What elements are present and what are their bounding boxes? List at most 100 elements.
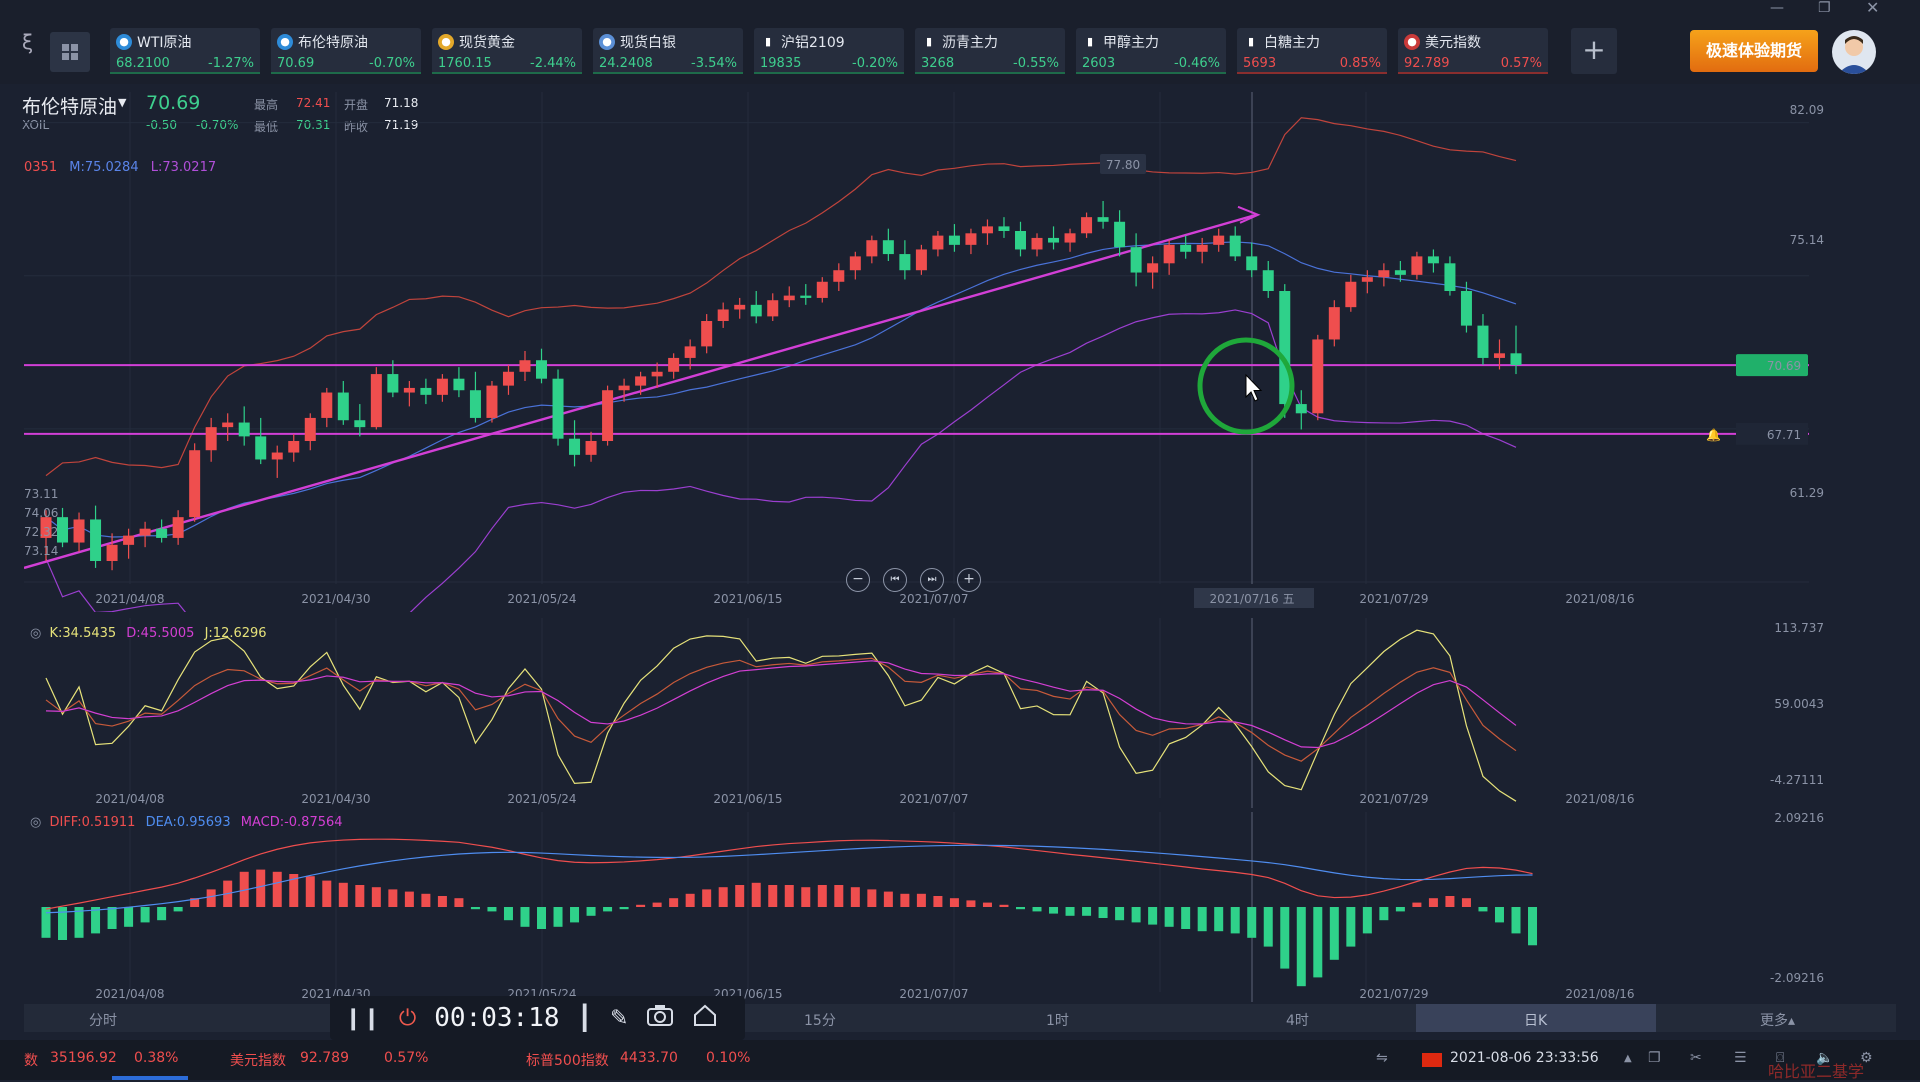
candle-body — [750, 304, 762, 317]
macd-histogram-bar — [1428, 898, 1438, 907]
macd-histogram-bar — [1511, 907, 1521, 934]
bar-chart-icon: ▮ — [1247, 35, 1255, 48]
macd-legend: ◎ DIFF:0.51911 DEA:0.95693 MACD:-0.87564 — [30, 815, 343, 830]
macd-histogram-bar — [421, 893, 431, 907]
macd-histogram-bar — [570, 907, 580, 923]
ticker-4[interactable]: ● 现货白银 24.2408 -3.54% — [593, 28, 743, 74]
tab-1hour[interactable]: 1时 — [1046, 1010, 1069, 1030]
zoom-out-icon[interactable]: − — [846, 568, 870, 592]
tab-daily[interactable]: 日K — [1524, 1010, 1547, 1030]
ticker-name: 白糖主力 — [1264, 35, 1320, 51]
ticker-name: 现货黄金 — [459, 35, 515, 51]
candle-body — [1361, 277, 1373, 282]
tools-icon[interactable]: ✂ — [1690, 1050, 1702, 1066]
candle-body — [800, 295, 812, 298]
ticker-3[interactable]: ● 现货黄金 1760.15 -2.44% — [432, 28, 582, 74]
macd-histogram-bar — [636, 904, 646, 907]
grid-menu-icon[interactable] — [50, 32, 90, 72]
window-icon[interactable]: ❐ — [1648, 1050, 1661, 1066]
left-boll-value: 72.32 — [24, 525, 58, 539]
stop-record-icon[interactable]: ⏻ — [399, 1006, 416, 1031]
zoom-in-icon[interactable]: + — [957, 568, 981, 592]
left-boll-value: 73.14 — [24, 544, 58, 558]
settings-icon[interactable]: ◎ — [30, 626, 41, 641]
ticker-5[interactable]: ▮ 沪铝2109 19835 -0.20% — [754, 28, 904, 74]
kdj-axis-label: 59.0043 — [1774, 697, 1824, 711]
candle-body — [767, 300, 779, 317]
date-axis-label: 2021/07/16 五 — [1210, 592, 1295, 606]
ticker-9[interactable]: ● 美元指数 92.789 0.57% — [1398, 28, 1548, 74]
macd-date-label: 2021/07/29 — [1359, 987, 1428, 1001]
macd-histogram-bar — [1329, 907, 1339, 960]
index1-name: 数 — [24, 1053, 38, 1069]
candle-body — [222, 422, 234, 428]
ticker-8[interactable]: ▮ 白糖主力 5693 0.85% — [1237, 28, 1387, 74]
camera-icon[interactable] — [646, 1003, 674, 1033]
current-price-tag-text: 70.69 — [1767, 359, 1801, 373]
candlestick-chart[interactable]: 82.09 75.14 61.29 70.69 67.71 🔔 77.80 73.11 74.0… — [24, 92, 1824, 612]
candle-body — [337, 392, 349, 421]
settings-icon[interactable]: ◎ — [30, 815, 41, 830]
silver-icon: ● — [599, 34, 615, 50]
tab-15min[interactable]: 15分 — [804, 1010, 836, 1030]
left-boll-value: 73.11 — [24, 487, 58, 501]
macd-histogram-bar — [1263, 907, 1273, 947]
window-restore-icon[interactable]: ❐ — [1818, 0, 1831, 16]
tab-more[interactable]: 更多▴ — [1760, 1010, 1795, 1030]
menu-icon[interactable]: ☰ — [1734, 1050, 1747, 1066]
kdj-indicator-panel[interactable]: 113.737 59.0043 -4.27111 2021/04/08 2021/04/… — [24, 618, 1824, 808]
pause-icon[interactable]: ❙❙ — [344, 1006, 381, 1031]
macd-histogram-bar — [669, 898, 679, 907]
macd-histogram-bar — [520, 907, 530, 927]
china-flag-icon — [1422, 1053, 1442, 1067]
ticker-7[interactable]: ▮ 甲醇主力 2603 -0.46% — [1076, 28, 1226, 74]
macd-histogram-bar — [206, 889, 216, 907]
promo-banner-button[interactable]: 极速体验期货 — [1690, 30, 1818, 72]
add-ticker-button[interactable]: + — [1571, 28, 1617, 74]
ticker-underline — [1237, 72, 1387, 74]
ticker-1[interactable]: ● WTI原油 68.2100 -1.27% — [110, 28, 260, 74]
ticker-name: 沥青主力 — [942, 35, 998, 51]
price-axis-label: 82.09 — [1790, 103, 1824, 117]
macd-histogram-bar — [586, 907, 596, 916]
index2-value: 92.789 — [300, 1050, 349, 1066]
scroll-indicator[interactable] — [112, 1076, 188, 1080]
macd-date-label: 2021/08/16 — [1565, 987, 1634, 1001]
window-close-icon[interactable]: ✕ — [1866, 0, 1879, 17]
candle-body — [701, 321, 713, 347]
ticker-name: 沪铝2109 — [781, 35, 845, 51]
recording-timer: 00:03:18 — [434, 1003, 560, 1033]
macd-histogram-bar — [603, 907, 613, 912]
tab-4hour[interactable]: 4时 — [1286, 1010, 1309, 1030]
home-icon[interactable] — [692, 1003, 718, 1033]
ticker-2[interactable]: ● 布伦特原油 70.69 -0.70% — [271, 28, 421, 74]
macd-histogram-bar — [1280, 907, 1290, 969]
candle-body — [899, 254, 911, 271]
kdj-axis-label: 113.737 — [1774, 621, 1824, 635]
macd-histogram-bar — [437, 896, 447, 907]
macd-histogram-bar — [1528, 907, 1538, 946]
candle-body — [684, 346, 696, 358]
window-minimize-icon[interactable]: — — [1770, 0, 1784, 16]
macd-dea-value: DEA:0.95693 — [145, 815, 231, 830]
translate-icon[interactable]: ⇋ — [1376, 1050, 1388, 1066]
ticker-6[interactable]: ▮ 沥青主力 3268 -0.55% — [915, 28, 1065, 74]
window-menu-icon[interactable]: ξ — [22, 30, 33, 56]
divider-icon: ┃ — [577, 1004, 592, 1032]
kdj-date-label: 2021/08/16 — [1565, 792, 1634, 806]
tab-intraday[interactable]: 分时 — [89, 1010, 117, 1030]
candle-body — [948, 235, 960, 245]
pen-icon[interactable]: ✎ — [610, 1006, 628, 1031]
expand-up-icon[interactable]: ▲ — [1624, 1053, 1632, 1064]
step-forward-icon[interactable]: ⏭ — [920, 568, 944, 592]
macd-indicator-panel[interactable]: 2.09216-2.092162021/04/08 2021/04/30 2021/… — [24, 812, 1824, 1002]
candle-body — [354, 420, 366, 428]
candle-body — [271, 452, 283, 460]
candle-body — [1180, 244, 1192, 252]
kdj-j-value: J:12.6296 — [204, 626, 267, 641]
ticker-underline — [1076, 72, 1226, 74]
ticker-change: -0.70% — [369, 56, 415, 71]
step-back-icon[interactable]: ⏮ — [883, 568, 907, 592]
candle-body — [1229, 235, 1241, 257]
user-avatar[interactable] — [1832, 30, 1876, 74]
